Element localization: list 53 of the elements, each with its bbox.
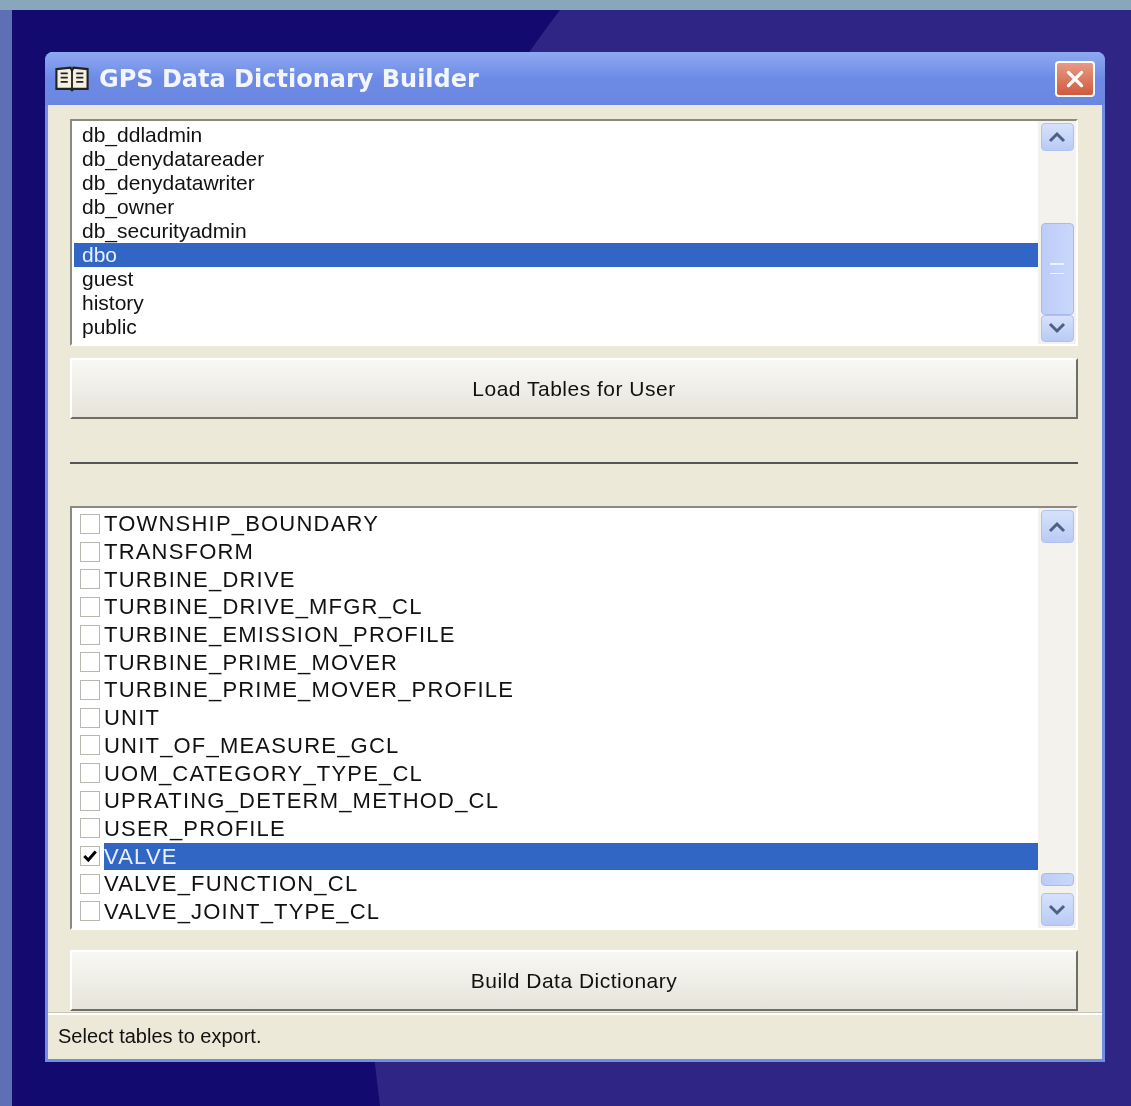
user-list-item[interactable]: db_denydatawriter xyxy=(74,171,1038,195)
checkbox[interactable] xyxy=(80,846,100,867)
checkbox[interactable] xyxy=(80,541,100,562)
scroll-thumb[interactable] xyxy=(1040,222,1074,315)
status-text: Select tables to export. xyxy=(58,1024,262,1048)
checkbox[interactable] xyxy=(80,624,100,645)
table-list-item[interactable]: UNIT xyxy=(104,704,1038,732)
checkbox[interactable] xyxy=(80,513,100,534)
user-list-item[interactable]: db_owner xyxy=(74,195,1038,219)
scroll-up-icon[interactable] xyxy=(1040,123,1074,151)
table-list-item[interactable]: VALVE_JOINT_TYPE_CL xyxy=(104,897,1038,925)
build-dictionary-button[interactable]: Build Data Dictionary xyxy=(70,950,1078,1011)
table-list-item[interactable]: TURBINE_PRIME_MOVER_PROFILE xyxy=(104,676,1038,704)
table-list-item[interactable]: VALVE xyxy=(104,842,1038,870)
table-list-item[interactable]: UPRATING_DETERM_METHOD_CL xyxy=(104,787,1038,815)
user-list-item[interactable]: db_denydatareader xyxy=(74,147,1038,171)
close-button[interactable] xyxy=(1055,60,1095,97)
table-list-item[interactable]: VALVE_FUNCTION_CL xyxy=(104,870,1038,898)
checkbox[interactable] xyxy=(80,596,100,617)
checkbox[interactable] xyxy=(80,569,100,590)
scroll-down-icon[interactable] xyxy=(1040,893,1074,926)
table-list-item[interactable]: UOM_CATEGORY_TYPE_CL xyxy=(104,759,1038,787)
checkbox[interactable] xyxy=(80,679,100,700)
user-list-item[interactable]: dbo xyxy=(74,243,1038,267)
user-list-item[interactable]: guest xyxy=(74,267,1038,291)
checkbox[interactable] xyxy=(80,901,100,922)
table-list-item[interactable]: TURBINE_DRIVE_MFGR_CL xyxy=(104,593,1038,621)
checkbox[interactable] xyxy=(80,652,100,673)
user-list-item[interactable]: db_ddladmin xyxy=(74,123,1038,147)
table-list-item[interactable]: TRANSFORM xyxy=(104,538,1038,566)
user-list-item[interactable]: public xyxy=(74,315,1038,339)
table-list-item[interactable]: TURBINE_DRIVE xyxy=(104,565,1038,593)
table-list-item[interactable]: TURBINE_EMISSION_PROFILE xyxy=(104,621,1038,649)
checkbox[interactable] xyxy=(80,818,100,839)
user-list-item[interactable]: db_securityadmin xyxy=(74,219,1038,243)
checkbox[interactable] xyxy=(80,873,100,894)
checkbox[interactable] xyxy=(80,790,100,811)
user-list-item[interactable]: history xyxy=(74,291,1038,315)
scrollbar[interactable] xyxy=(1038,121,1076,344)
load-tables-button[interactable]: Load Tables for User xyxy=(70,358,1078,419)
scroll-thumb[interactable] xyxy=(1040,873,1074,886)
scroll-down-icon[interactable] xyxy=(1040,314,1074,342)
table-list-item[interactable]: TOWNSHIP_BOUNDARY xyxy=(104,510,1038,538)
book-icon xyxy=(55,65,89,92)
window-title: GPS Data Dictionary Builder xyxy=(99,64,480,93)
table-list-item[interactable]: USER_PROFILE xyxy=(104,814,1038,842)
scrollbar[interactable] xyxy=(1038,508,1076,928)
table-list-item[interactable]: UNIT_OF_MEASURE_GCL xyxy=(104,731,1038,759)
checkbox[interactable] xyxy=(80,735,100,756)
checkbox[interactable] xyxy=(80,707,100,728)
table-list-item[interactable]: TURBINE_PRIME_MOVER xyxy=(104,648,1038,676)
checkbox[interactable] xyxy=(80,763,100,784)
scroll-up-icon[interactable] xyxy=(1040,510,1074,543)
